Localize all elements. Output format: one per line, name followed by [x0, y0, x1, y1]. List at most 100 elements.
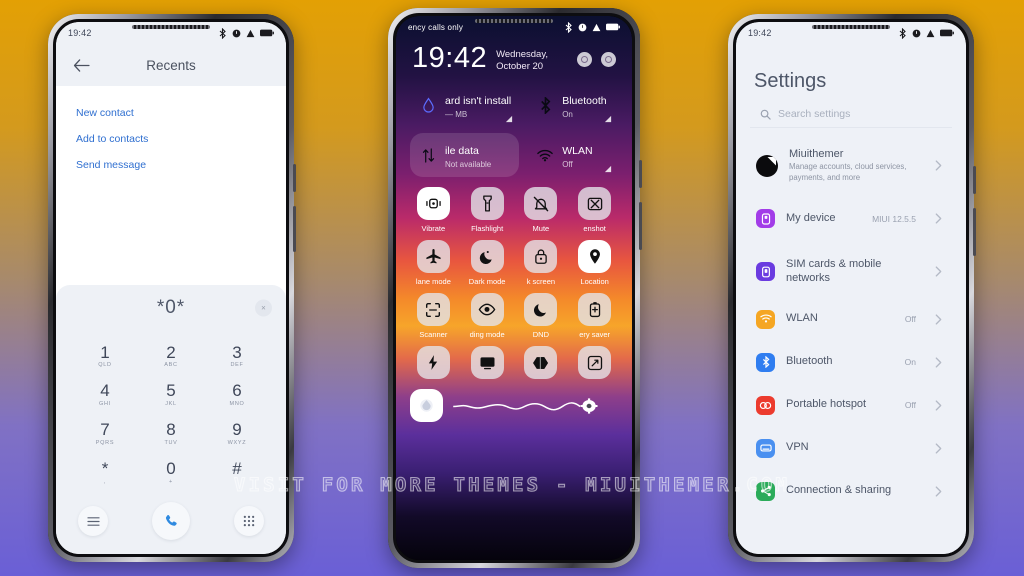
vpn-icon: [756, 438, 775, 458]
menu-icon[interactable]: [78, 506, 108, 536]
settings-label: WLAN: [786, 312, 818, 325]
tile-wlan[interactable]: WLAN Off: [527, 133, 618, 177]
dial-input-row[interactable]: *0* ×: [56, 284, 286, 331]
key-3[interactable]: 3 DEF: [204, 339, 270, 374]
toggle-bolt[interactable]: [410, 346, 457, 383]
toggle-vibrate[interactable]: Vibrate: [410, 187, 457, 233]
signal-corner-icon: [506, 115, 513, 123]
key-hash[interactable]: #: [204, 455, 270, 490]
toggle-cast[interactable]: [464, 346, 511, 383]
toggle-reading-mode[interactable]: ding mode: [464, 293, 511, 339]
warning-icon: [592, 23, 601, 31]
key-number: 3: [232, 342, 242, 362]
call-icon[interactable]: [152, 502, 190, 540]
key-1[interactable]: 1 QLD: [72, 339, 138, 374]
action-send-message[interactable]: Send message: [56, 152, 286, 178]
key-letters: TUV: [164, 440, 178, 447]
toggle-dark-mode[interactable]: Dark mode: [464, 240, 511, 286]
key-0[interactable]: 0 +: [138, 455, 204, 490]
tile-sim-card[interactable]: ard isn't install — MB: [410, 83, 519, 127]
toggle-contrast[interactable]: [518, 346, 565, 383]
scanner-icon: [416, 293, 450, 326]
key-6[interactable]: 6 MNO: [204, 377, 270, 412]
toggle-airplane-mode[interactable]: lane mode: [410, 240, 457, 286]
warning-icon: [926, 29, 935, 37]
phone1-appbar: Recents: [56, 44, 286, 86]
settings-row-sim-cards[interactable]: SIM cards & mobile networks: [748, 248, 954, 296]
settings-row-wlan[interactable]: WLAN Off: [748, 300, 954, 339]
toggle-lock-screen[interactable]: k screen: [518, 240, 565, 286]
bluetooth-icon: [535, 96, 555, 114]
toggle-label: DND: [532, 330, 549, 339]
dialer-navbar: [56, 494, 286, 554]
brightness-slider[interactable]: [451, 395, 618, 417]
power-circle-icon[interactable]: [601, 52, 616, 67]
tile-title: ard isn't install: [445, 95, 512, 107]
toggle-mute[interactable]: Mute: [518, 187, 565, 233]
settings-row-vpn[interactable]: VPN: [748, 429, 954, 468]
contrast-icon: [524, 346, 558, 379]
settings-row-hotspot[interactable]: Portable hotspot Off: [748, 386, 954, 425]
action-new-contact[interactable]: New contact: [56, 100, 286, 126]
key-2[interactable]: 2 ABC: [138, 339, 204, 374]
action-add-to-contacts[interactable]: Add to contacts: [56, 126, 286, 152]
key-number: *: [101, 459, 109, 479]
tile-sub: Off: [562, 160, 573, 169]
chevron-right-icon: [930, 440, 946, 456]
chevron-right-icon: [930, 354, 946, 370]
key-8[interactable]: 8 TUV: [138, 416, 204, 451]
key-letters: PQRS: [95, 440, 115, 447]
toggle-label: lane mode: [415, 277, 451, 286]
dialpad-icon[interactable]: [234, 506, 264, 536]
settings-row-connection-sharing[interactable]: Connection & sharing: [748, 472, 954, 511]
settings-row-bluetooth[interactable]: Bluetooth On: [748, 343, 954, 382]
key-letters: DEF: [230, 362, 244, 369]
toggle-battery-saver[interactable]: ery saver: [571, 293, 618, 339]
page-title: Recents: [146, 57, 196, 73]
page-title: Settings: [754, 70, 827, 92]
toggle-scanner[interactable]: Scanner: [410, 293, 457, 339]
back-arrow-icon[interactable]: [68, 52, 94, 78]
key-7[interactable]: 7 PQRS: [72, 416, 138, 451]
wifi-icon: [535, 149, 555, 162]
tile-bluetooth[interactable]: Bluetooth On: [527, 83, 618, 127]
toggle-expand[interactable]: [571, 346, 618, 383]
statusbar-carrier: ency calls only: [408, 22, 464, 32]
dialpad: 1 QLD 2 ABC 3 DEF 4 GHI 5 JKL 6 MNO 7 PQRS 8 TUV…: [56, 330, 286, 494]
quick-toggle-grid: Vibrate Flashlight Mute enshot lane mode…: [396, 177, 632, 383]
clear-button[interactable]: ×: [255, 299, 272, 317]
key-number: 4: [100, 381, 110, 401]
key-number: 8: [166, 420, 176, 440]
key-5[interactable]: 5 JKL: [138, 377, 204, 412]
key-letters: +: [169, 479, 173, 485]
settings-row-account[interactable]: Miuithemer Manage accounts, cloud servic…: [748, 138, 954, 193]
toggle-flashlight[interactable]: Flashlight: [464, 187, 511, 233]
tile-mobile-data[interactable]: ile data Not available: [410, 133, 520, 177]
alarm-icon: [578, 23, 587, 31]
bluetooth-icon: [565, 21, 572, 33]
toggle-screenshot[interactable]: enshot: [571, 187, 618, 233]
settings-row-wallpaper[interactable]: Wallpaper & personalization: [748, 543, 954, 554]
tile-title: WLAN: [562, 145, 593, 157]
toggle-dnd[interactable]: DND: [518, 293, 565, 339]
alarm-icon: [232, 29, 241, 37]
settings-label: Bluetooth: [786, 355, 833, 368]
settings-row-my-device[interactable]: My device MIUI 12.5.5: [748, 199, 954, 238]
toggle-location[interactable]: Location: [571, 240, 618, 286]
key-9[interactable]: 9 WXYZ: [204, 416, 270, 451]
key-letters: WXYZ: [227, 440, 247, 447]
key-number: #: [232, 459, 242, 479]
key-4[interactable]: 4 GHI: [72, 377, 138, 412]
chevron-right-icon: [930, 397, 946, 413]
toggle-label: ding mode: [469, 330, 505, 339]
bluetooth-icon: [899, 27, 906, 39]
key-letters: ,: [103, 479, 107, 485]
settings-circle-icon[interactable]: [577, 52, 592, 67]
data-arrows-icon: [418, 147, 438, 164]
phone1-screen: 19:42 Recents New contact Add to contact…: [56, 22, 286, 554]
tile-sub: On: [562, 110, 573, 119]
dark-mode-icon: [470, 240, 504, 273]
search-input[interactable]: Search settings: [750, 101, 952, 128]
brightness-icon[interactable]: [410, 389, 443, 422]
key-star[interactable]: *,: [72, 455, 138, 490]
